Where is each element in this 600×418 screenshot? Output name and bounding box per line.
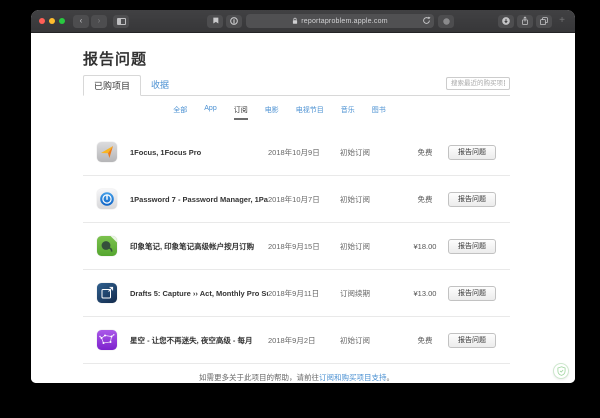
- report-problem-button[interactable]: 报告问题: [448, 333, 496, 348]
- page-title: 报告问题: [83, 48, 510, 69]
- purchase-date: 2018年10月7日: [268, 194, 340, 205]
- purchase-date: 2018年9月11日: [268, 288, 340, 299]
- table-row: 印象笔记, 印象笔记高级帐户按月订购 2018年9月15日 初始订阅 ¥18.0…: [83, 223, 510, 270]
- purchase-type: 初始订阅: [340, 241, 402, 252]
- footer-suffix: 。: [387, 373, 395, 382]
- share-button[interactable]: [517, 15, 533, 28]
- help-footer: 如需更多关于此项目的帮助，请前往订阅和购买项目支持。: [83, 372, 510, 383]
- sidebar-toggle-button[interactable]: [113, 15, 129, 28]
- search-input[interactable]: [446, 77, 510, 90]
- sidebar-icon: [117, 18, 126, 25]
- green-shield-icon: [557, 366, 566, 376]
- purchase-price: ¥13.00: [402, 289, 448, 298]
- category-filters: 全部 App 订阅 电影 电视节目 音乐 图书: [83, 105, 510, 120]
- filter-app[interactable]: App: [204, 105, 216, 120]
- purchase-title: 印象笔记, 印象笔记高级帐户按月订购: [130, 241, 268, 252]
- safari-window: ‹ › reportaproblem.apple.com: [31, 10, 575, 383]
- report-problem-button[interactable]: 报告问题: [448, 239, 496, 254]
- report-a-problem-page: 报告问题 已购项目 收据 全部 App 订阅 电影 电视节目 音乐 图书: [31, 33, 575, 383]
- purchase-title: Drafts 5: Capture ›› Act, Monthly Pro Su…: [130, 288, 268, 299]
- flag-icon: [210, 16, 220, 26]
- report-problem-button[interactable]: 报告问题: [448, 192, 496, 207]
- purchase-title: 1Focus, 1Focus Pro: [130, 148, 268, 157]
- zoom-button[interactable]: [59, 18, 65, 24]
- new-tab-button[interactable]: +: [557, 15, 567, 28]
- filter-tv-shows[interactable]: 电视节目: [296, 105, 324, 120]
- 1password-app-icon: [97, 189, 117, 209]
- purchase-type: 初始订阅: [340, 194, 402, 205]
- downloads-button[interactable]: [498, 15, 514, 28]
- filter-subscriptions[interactable]: 订阅: [234, 105, 248, 120]
- tab-overview-button[interactable]: [536, 15, 552, 28]
- adguard-assistant-badge[interactable]: [553, 363, 569, 379]
- 1focus-app-icon: [97, 142, 117, 162]
- evernote-app-icon: [97, 236, 117, 256]
- address-bar[interactable]: reportaproblem.apple.com: [246, 14, 434, 28]
- refresh-icon[interactable]: [422, 16, 431, 25]
- purchase-price: ¥18.00: [402, 242, 448, 251]
- table-row: Drafts 5: Capture ›› Act, Monthly Pro Su…: [83, 270, 510, 317]
- purchase-title: 星空 - 让您不再迷失, 夜空高级 - 每月: [130, 335, 268, 346]
- section-tabs: 已购项目 收据: [83, 75, 510, 96]
- table-row: 星空 - 让您不再迷失, 夜空高级 - 每月 2018年9月2日 初始订阅 免费…: [83, 317, 510, 364]
- table-row: 1Focus, 1Focus Pro 2018年10月9日 初始订阅 免费 报告…: [83, 129, 510, 176]
- subscription-support-link[interactable]: 订阅和购买项目支持: [319, 373, 387, 382]
- report-problem-button[interactable]: 报告问题: [448, 286, 496, 301]
- purchase-price: 免费: [402, 147, 448, 158]
- filter-movies[interactable]: 电影: [265, 105, 279, 120]
- tab-overview-icon: [539, 16, 549, 26]
- purchase-title: 1Password 7 - Password Manager, 1Passwor…: [130, 195, 268, 204]
- drafts-app-icon: [97, 283, 117, 303]
- purchase-date: 2018年9月15日: [268, 241, 340, 252]
- table-row: 1Password 7 - Password Manager, 1Passwor…: [83, 176, 510, 223]
- filter-all[interactable]: 全部: [173, 105, 187, 120]
- forward-button[interactable]: ›: [91, 15, 107, 28]
- filter-music[interactable]: 音乐: [341, 105, 355, 120]
- close-button[interactable]: [39, 18, 45, 24]
- lock-icon: [292, 17, 298, 25]
- tab-receipts[interactable]: 收据: [141, 75, 179, 95]
- onepassword-extension-button[interactable]: [226, 15, 242, 28]
- purchase-list: 1Focus, 1Focus Pro 2018年10月9日 初始订阅 免费 报告…: [83, 129, 510, 364]
- footer-text: 如需更多关于此项目的帮助，请前往: [199, 373, 319, 382]
- night-sky-app-icon: [97, 330, 117, 350]
- back-button[interactable]: ‹: [73, 15, 89, 28]
- purchase-type: 初始订阅: [340, 147, 402, 158]
- report-problem-button[interactable]: 报告问题: [448, 145, 496, 160]
- keyhole-icon: [229, 16, 239, 26]
- purchase-type: 初始订阅: [340, 335, 402, 346]
- window-controls: [39, 18, 65, 24]
- flag-extension-button[interactable]: [207, 15, 223, 28]
- purchase-price: 免费: [402, 335, 448, 346]
- url-text: reportaproblem.apple.com: [301, 18, 388, 25]
- filter-books[interactable]: 图书: [372, 105, 386, 120]
- download-icon: [501, 16, 511, 26]
- purchase-type: 订阅续期: [340, 288, 402, 299]
- purchase-date: 2018年9月2日: [268, 335, 340, 346]
- browser-toolbar: ‹ › reportaproblem.apple.com: [31, 10, 575, 33]
- tab-purchased-items[interactable]: 已购项目: [83, 75, 141, 96]
- minimize-button[interactable]: [49, 18, 55, 24]
- shield-extension-icon: [442, 17, 451, 26]
- purchase-date: 2018年10月9日: [268, 147, 340, 158]
- purchase-price: 免费: [402, 194, 448, 205]
- share-icon: [520, 16, 530, 26]
- adguard-extension-button[interactable]: [438, 15, 454, 28]
